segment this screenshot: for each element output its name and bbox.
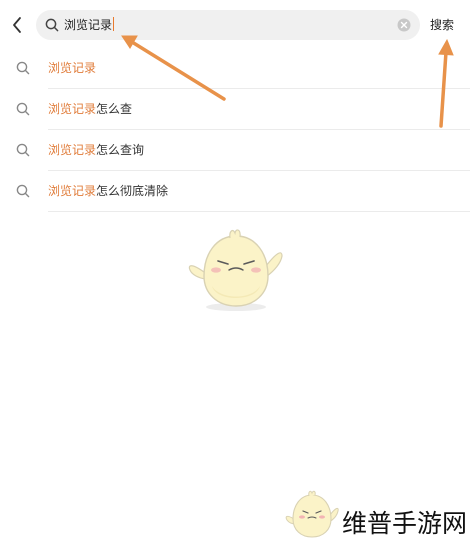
watermark-text: 维普手游网 <box>342 509 468 538</box>
text-caret <box>113 17 115 31</box>
suggestion-text: 浏览记录 <box>48 59 96 77</box>
chevron-left-icon <box>13 17 21 33</box>
back-button[interactable] <box>6 12 28 38</box>
suggestion-rest: 怎么彻底清除 <box>96 184 169 198</box>
mascot-illustration <box>188 229 283 311</box>
suggestion-item[interactable]: 浏览记录 <box>0 48 470 89</box>
suggestion-rest: 怎么查 <box>96 102 133 116</box>
suggestion-text: 浏览记录怎么查 <box>48 100 132 118</box>
suggestion-rest: 怎么查询 <box>96 143 145 157</box>
search-header: 浏览记录 搜索 <box>0 0 470 50</box>
suggestion-highlight: 浏览记录 <box>48 102 97 116</box>
suggestion-highlight: 浏览记录 <box>48 143 97 157</box>
divider <box>48 211 470 212</box>
suggestion-highlight: 浏览记录 <box>48 61 97 75</box>
suggestion-highlight: 浏览记录 <box>48 184 97 198</box>
suggestion-text: 浏览记录怎么查询 <box>48 141 144 159</box>
suggestion-item[interactable]: 浏览记录怎么查询 <box>0 130 470 171</box>
search-button[interactable]: 搜索 <box>430 16 454 34</box>
search-icon <box>45 18 59 32</box>
suggestion-item[interactable]: 浏览记录怎么彻底清除 <box>0 171 470 212</box>
search-icon <box>16 102 30 116</box>
suggestion-text: 浏览记录怎么彻底清除 <box>48 182 168 200</box>
search-icon <box>16 61 30 75</box>
clear-circle-icon[interactable] <box>397 18 411 32</box>
suggestion-item[interactable]: 浏览记录怎么查 <box>0 89 470 130</box>
search-input-value: 浏览记录 <box>64 17 115 32</box>
watermark-logo <box>285 490 339 538</box>
search-icon <box>16 184 30 198</box>
search-icon <box>16 143 30 157</box>
search-input[interactable]: 浏览记录 <box>36 10 420 40</box>
